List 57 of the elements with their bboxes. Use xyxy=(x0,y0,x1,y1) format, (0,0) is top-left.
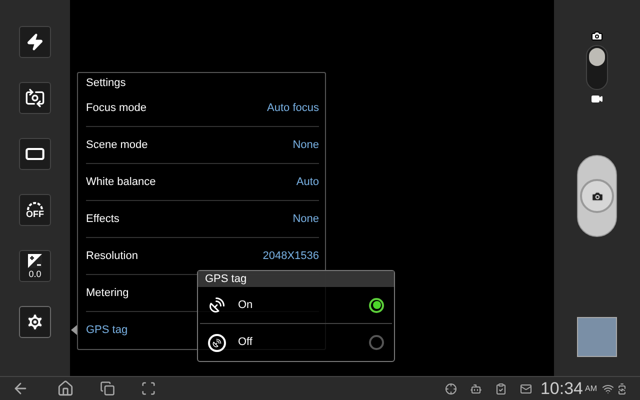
setting-value: Auto focus xyxy=(267,100,319,116)
flash-icon xyxy=(26,33,44,51)
screenshot-icon[interactable] xyxy=(141,381,156,396)
settings-title: Settings xyxy=(86,76,127,90)
wifi-icon xyxy=(602,382,614,394)
home-icon[interactable] xyxy=(57,380,74,397)
setting-value: 2048X1536 xyxy=(262,248,319,264)
android-icon xyxy=(470,382,482,394)
popup-title: GPS tag xyxy=(198,271,394,287)
mail-icon xyxy=(520,382,532,394)
satellite-dish-icon xyxy=(208,296,226,314)
pointer-arrow-icon xyxy=(71,325,77,335)
toolbar-button[interactable] xyxy=(19,82,51,114)
toolbar-button[interactable]: 0.0 xyxy=(19,250,51,282)
switch-thumb[interactable] xyxy=(589,48,605,66)
clock-time: 10:34 xyxy=(540,380,583,397)
setting-label: Effects xyxy=(86,212,120,227)
setting-value: Auto xyxy=(296,174,319,190)
video-icon xyxy=(591,93,603,105)
popup-option[interactable]: Off xyxy=(200,324,392,361)
clock-ampm: AM xyxy=(585,383,597,395)
settings-row[interactable]: Effects None xyxy=(86,201,319,238)
camera-switch-icon xyxy=(25,88,45,108)
option-label: Off xyxy=(238,335,254,350)
setting-label: White balance xyxy=(86,174,156,190)
setting-value: None xyxy=(292,138,319,153)
popup-option[interactable]: On xyxy=(200,287,392,324)
toolbar-button[interactable] xyxy=(19,138,51,170)
gps-icon xyxy=(445,382,458,394)
exposure-value: 0.0 xyxy=(28,270,42,279)
camera-icon xyxy=(591,30,603,42)
toolbar-button[interactable] xyxy=(19,306,51,338)
mode-switch[interactable] xyxy=(586,45,608,90)
toolbar-button[interactable] xyxy=(19,26,51,58)
exposure-icon xyxy=(27,253,43,269)
option-label: On xyxy=(238,298,254,313)
settings-row[interactable]: White balance Auto xyxy=(86,164,319,201)
radio-button[interactable] xyxy=(369,335,384,350)
shutter-button[interactable] xyxy=(577,155,617,237)
timer-arc-icon xyxy=(26,201,44,210)
setting-label: Metering xyxy=(86,286,129,301)
setting-label: Resolution xyxy=(86,248,138,264)
setting-label: Scene mode xyxy=(86,138,148,153)
settings-row[interactable]: Focus mode Auto focus xyxy=(86,90,319,127)
timer-label: OFF xyxy=(26,210,44,219)
gallery-thumbnail[interactable] xyxy=(577,317,617,357)
setting-value: None xyxy=(292,212,319,227)
clipboard-icon xyxy=(495,382,508,394)
settings-row[interactable]: Scene mode None xyxy=(86,127,319,164)
battery-icon xyxy=(616,382,628,394)
back-icon[interactable] xyxy=(12,380,29,397)
radio-button[interactable] xyxy=(369,298,384,312)
camera-icon xyxy=(590,190,604,202)
recent-apps-icon[interactable] xyxy=(100,381,115,396)
setting-label: Focus mode xyxy=(86,100,147,116)
toolbar-button[interactable]: OFF xyxy=(19,194,51,226)
settings-icon xyxy=(25,312,45,332)
